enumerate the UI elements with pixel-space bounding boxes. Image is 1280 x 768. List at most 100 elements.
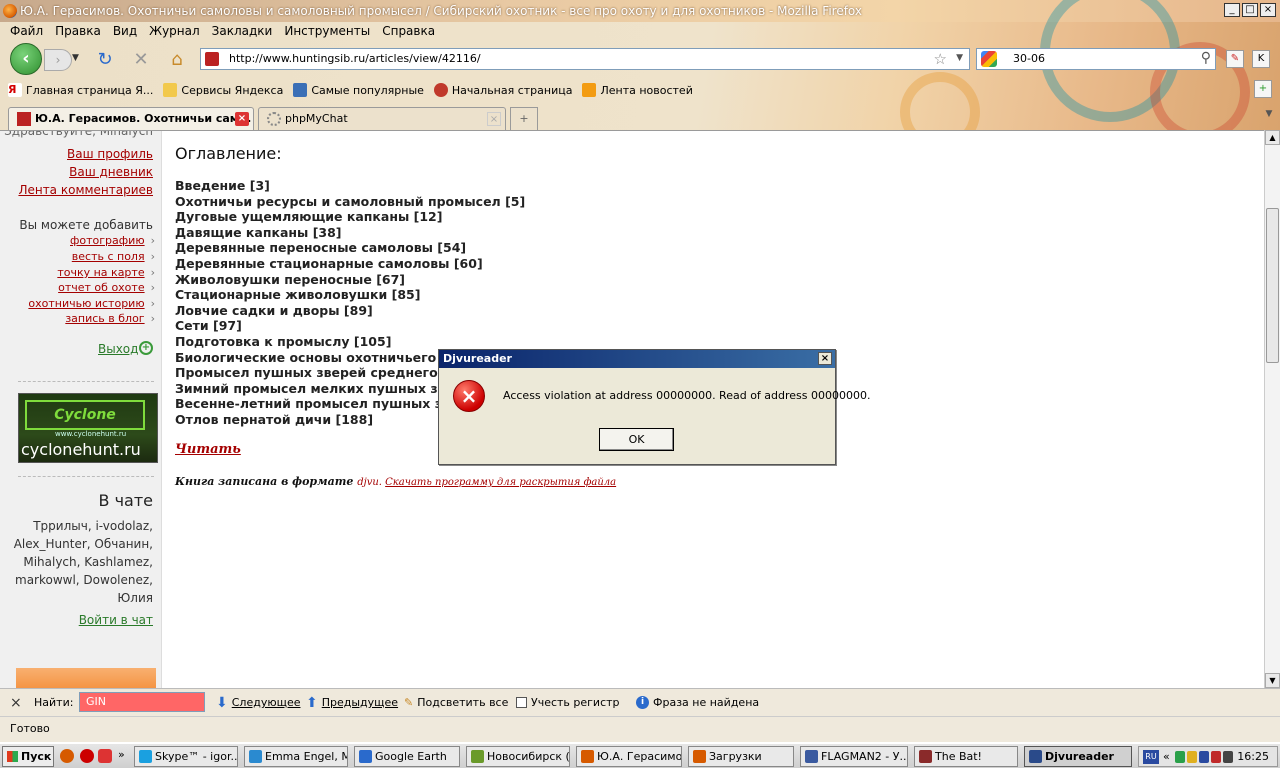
menu-help[interactable]: Справка — [376, 22, 441, 40]
close-find-icon[interactable]: × — [10, 695, 22, 711]
menu-tools[interactable]: Инструменты — [278, 22, 376, 40]
find-prev-button[interactable]: ⬆ Предыдущее — [306, 696, 398, 710]
taskbar-task[interactable]: Новосибирск (... — [466, 746, 570, 767]
scroll-down-icon[interactable]: ▼ — [1265, 673, 1280, 688]
tray-icon[interactable] — [1199, 751, 1209, 763]
tray-expand-icon[interactable]: « — [1163, 750, 1170, 763]
tray-icon[interactable] — [1223, 751, 1233, 763]
start-button[interactable]: Пуск — [2, 746, 54, 767]
taskbar-task[interactable]: Emma Engel, M... — [244, 746, 348, 767]
close-button[interactable]: × — [1260, 3, 1276, 17]
format-name: djvu — [357, 477, 379, 488]
scroll-up-icon[interactable]: ▲ — [1265, 130, 1280, 145]
search-box[interactable]: 30-06 ⚲ — [976, 48, 1216, 70]
toc-item-title: Зимний промысел мелких пушных звер — [175, 380, 463, 396]
find-next-button[interactable]: ⬇ Следующее — [216, 696, 300, 710]
download-link[interactable]: Скачать программу для раскрытия файла — [385, 477, 616, 488]
search-icon[interactable]: ⚲ — [1201, 50, 1211, 66]
toc-item-page: [67] — [376, 271, 406, 287]
banner-url: www.cyclonehunt.ru — [55, 430, 127, 438]
taskbar-task[interactable]: Google Earth — [354, 746, 460, 767]
bookmark-item[interactable]: Лента новостей — [582, 83, 693, 97]
checkbox-icon[interactable] — [516, 697, 527, 708]
menu-view[interactable]: Вид — [107, 22, 143, 40]
reload-icon[interactable]: ↻ — [94, 49, 116, 71]
task-app-icon — [249, 750, 262, 763]
toc-item-title: Отлов пернатой дичи — [175, 411, 332, 427]
menu-bookmarks[interactable]: Закладки — [206, 22, 279, 40]
bookmark-star-icon[interactable]: ☆ — [934, 50, 947, 68]
task-app-icon — [471, 750, 484, 763]
home-icon[interactable]: ⌂ — [166, 49, 188, 71]
stop-icon[interactable]: ✕ — [130, 49, 152, 71]
tray-icon[interactable] — [1175, 751, 1185, 763]
ok-button[interactable]: OK — [599, 428, 674, 451]
menu-history[interactable]: Журнал — [143, 22, 206, 40]
add-photo-link[interactable]: фотографию — [70, 234, 155, 247]
taskbar-task[interactable]: Ю.А. Герасимо... — [576, 746, 682, 767]
google-icon[interactable] — [981, 51, 997, 67]
add-text: Вы можете добавить — [19, 218, 153, 232]
bookmark-item[interactable]: Самые популярные — [293, 83, 424, 97]
vertical-scrollbar[interactable]: ▲ ▼ — [1264, 130, 1280, 688]
exit-icon[interactable]: + — [139, 341, 153, 355]
toc-item-page: [3] — [249, 178, 270, 193]
comments-link[interactable]: Лента комментариев — [18, 183, 153, 197]
history-dropdown-icon[interactable]: ▼ — [72, 53, 79, 63]
addon-icon[interactable]: ✎ — [1226, 50, 1244, 68]
find-status: i Фраза не найдена — [636, 696, 759, 709]
menu-edit[interactable]: Правка — [49, 22, 107, 40]
dialog-close-icon[interactable]: × — [818, 352, 832, 365]
add-blog-link[interactable]: запись в блог — [65, 312, 155, 325]
cyclone-banner[interactable]: Cyclone www.cyclonehunt.ru cyclonehunt.r… — [18, 393, 158, 463]
taskbar-task[interactable]: FLAGMAN2 - У... — [800, 746, 908, 767]
close-tab-icon[interactable]: × — [235, 112, 249, 126]
highlight-all-button[interactable]: ✎ Подсветить все — [404, 696, 508, 709]
match-case-checkbox[interactable]: Учесть регистр — [516, 696, 620, 709]
tab-list-icon[interactable]: ▼ — [1260, 109, 1278, 129]
profile-link[interactable]: Ваш профиль — [67, 147, 153, 161]
tab-inactive[interactable]: phpMyChat × — [258, 107, 506, 130]
taskbar-task[interactable]: Djvureader — [1024, 746, 1132, 767]
scroll-thumb[interactable] — [1266, 208, 1279, 363]
app-quicklaunch-icon[interactable] — [98, 749, 112, 763]
orange-banner — [16, 668, 156, 688]
add-report-link[interactable]: отчет об охоте — [58, 281, 155, 294]
bookmark-item[interactable]: Я Главная страница Я... — [8, 83, 153, 97]
bookmark-item[interactable]: Сервисы Яндекса — [163, 83, 283, 97]
taskbar-task[interactable]: Загрузки — [688, 746, 794, 767]
menu-file[interactable]: Файл — [4, 22, 49, 40]
toc-item-page: [188] — [335, 411, 374, 427]
read-link[interactable]: Читать — [175, 442, 241, 457]
addon-k-icon[interactable]: K — [1252, 50, 1270, 68]
firefox-quicklaunch-icon[interactable] — [60, 749, 74, 763]
tray-icon[interactable] — [1187, 751, 1197, 763]
tab-active[interactable]: Ю.А. Герасимов. Охотничьи сам... × — [8, 107, 254, 130]
language-indicator[interactable]: RU — [1143, 750, 1159, 764]
diary-link[interactable]: Ваш дневник — [69, 165, 153, 179]
find-input[interactable]: GIN — [79, 692, 205, 712]
toc-item-title: Стационарные живоловушки — [175, 287, 388, 303]
taskbar-task[interactable]: The Bat! — [914, 746, 1018, 767]
new-tab-button[interactable]: + — [510, 107, 538, 130]
addon-plus-icon[interactable]: + — [1254, 80, 1272, 98]
back-button[interactable]: ‹ — [10, 43, 42, 75]
tray-icon[interactable] — [1211, 751, 1221, 763]
toc-item-title: Промысел пушных зверей среднего раз — [175, 365, 467, 381]
exit-link[interactable]: Выход — [98, 342, 138, 356]
add-map-point-link[interactable]: точку на карте — [57, 266, 155, 279]
add-story-link[interactable]: охотничью историю — [28, 297, 155, 310]
dialog-title[interactable]: Djvureader — [439, 350, 835, 368]
opera-quicklaunch-icon[interactable] — [80, 749, 94, 763]
url-dropdown-icon[interactable]: ▼ — [956, 53, 963, 63]
maximize-button[interactable]: □ — [1242, 3, 1258, 17]
taskbar-task[interactable]: Skype™ - igor.... — [134, 746, 238, 767]
address-bar[interactable]: http://www.huntingsib.ru/articles/view/4… — [200, 48, 970, 70]
add-news-link[interactable]: весть с поля — [72, 250, 155, 263]
forward-button[interactable]: › — [44, 49, 72, 71]
close-tab-icon[interactable]: × — [487, 112, 501, 126]
quicklaunch-more-icon[interactable]: » — [118, 748, 125, 761]
enter-chat-link[interactable]: Войти в чат — [79, 613, 153, 627]
minimize-button[interactable]: _ — [1224, 3, 1240, 17]
bookmark-item[interactable]: Начальная страница — [433, 83, 572, 97]
